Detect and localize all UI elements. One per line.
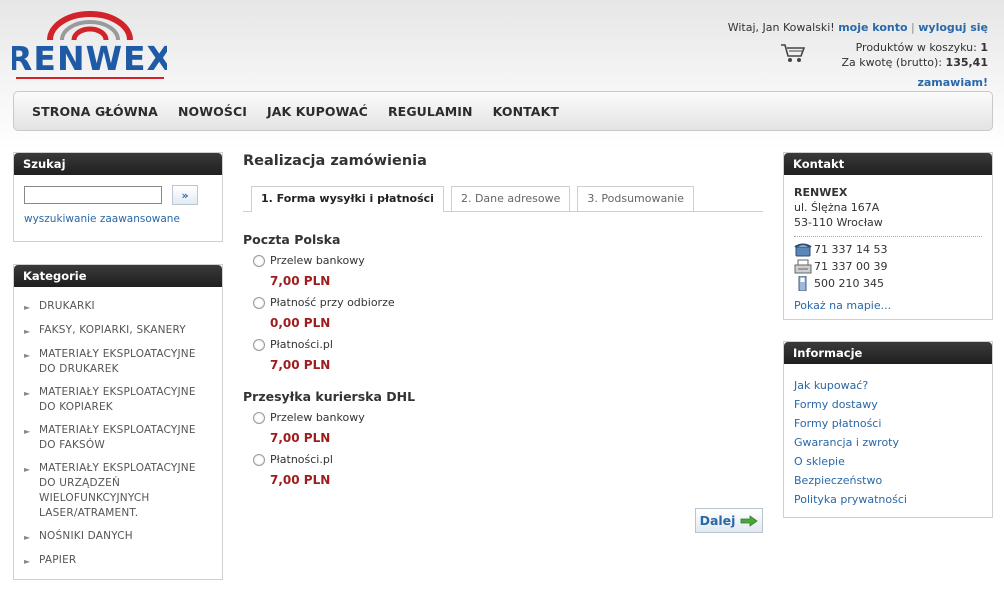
company-name: RENWEX [794, 186, 848, 199]
payment-option: Płatność przy odbiorze 0,00 PLN [253, 294, 763, 336]
separator: | [911, 21, 915, 34]
category-item[interactable]: ► NOŚNIKI DANYCH [24, 529, 212, 545]
payment-option-price: 7,00 PLN [270, 473, 331, 487]
svg-text:RENWEX: RENWEX [12, 39, 167, 78]
category-item[interactable]: ► MATERIAŁY EKSPLOATACYJNE DO KOPIAREK [24, 385, 212, 415]
category-item[interactable]: ► FAKSY, KOPIARKI, SKANERY [24, 323, 212, 339]
shipping-group-dhl: Przesyłka kurierska DHL Przelew bankowy … [243, 389, 763, 493]
user-bar: Witaj, Jan Kowalski! moje konto | wylogu… [728, 21, 988, 34]
nav-item-contact[interactable]: KONTAKT [493, 104, 559, 119]
info-link-delivery[interactable]: Formy dostawy [794, 398, 878, 411]
arrow-right-icon: ► [24, 533, 31, 542]
category-item[interactable]: ► MATERIAŁY EKSPLOATACYJNE DO DRUKAREK [24, 347, 212, 377]
payment-option: Przelew bankowy 7,00 PLN [253, 252, 763, 294]
shipping-group-poczta: Poczta Polska Przelew bankowy 7,00 PLN P… [243, 232, 763, 378]
arrow-right-icon [741, 514, 759, 527]
next-button-label: Dalej [699, 513, 736, 528]
phone-number: 71 337 14 53 [814, 243, 888, 256]
info-link-how-to-buy[interactable]: Jak kupować? [794, 379, 868, 392]
payment-option-price: 7,00 PLN [270, 431, 331, 445]
contact-box-title: Kontakt [784, 153, 992, 175]
cart-total-label: Za kwotę (brutto): [841, 56, 943, 69]
tab-address[interactable]: 2. Dane adresowe [450, 186, 571, 211]
my-account-link[interactable]: moje konto [838, 21, 907, 34]
greeting-text: Witaj, Jan Kowalski! [727, 21, 835, 34]
arrow-right-icon: ► [24, 427, 31, 436]
company-city: 53-110 Wrocław [794, 216, 883, 229]
page-title: Realizacja zamówienia [243, 153, 427, 169]
payment-option: Płatności.pl 7,00 PLN [253, 336, 763, 378]
cart-summary: Produktów w koszyku: 1 Za kwotę (brutto)… [841, 40, 988, 70]
info-link-about[interactable]: O sklepie [794, 455, 845, 468]
renwex-logo[interactable]: RENWEX [12, 10, 167, 82]
payment-option-price: 7,00 PLN [270, 358, 331, 372]
search-box: Szukaj » wyszukiwanie zaawansowane [13, 152, 223, 242]
shipping-group-title: Poczta Polska [243, 232, 341, 247]
tab-shipping-payment[interactable]: 1. Forma wysyłki i płatności [251, 186, 444, 212]
payment-radio[interactable] [253, 411, 265, 424]
next-button[interactable]: Dalej [695, 508, 763, 533]
payment-option-label[interactable]: Płatność przy odbiorze [270, 296, 395, 309]
tab-summary[interactable]: 3. Podsumowanie [577, 186, 695, 211]
info-link-privacy[interactable]: Polityka prywatności [794, 493, 907, 506]
shipping-group-title: Przesyłka kurierska DHL [243, 389, 416, 404]
main-content: Realizacja zamówienia 1. Forma wysyłki i… [243, 150, 763, 493]
fax-number: 71 337 00 39 [814, 260, 888, 273]
nav-item-terms[interactable]: REGULAMIN [388, 104, 473, 119]
info-link-payment[interactable]: Formy płatności [794, 417, 881, 430]
show-map-link[interactable]: Pokaż na mapie... [794, 298, 982, 313]
search-button[interactable]: » [172, 185, 198, 205]
arrow-right-icon: ► [24, 465, 31, 474]
shopping-cart-icon[interactable] [780, 42, 806, 64]
mobile-number: 500 210 345 [814, 277, 884, 290]
payment-radio[interactable] [253, 338, 265, 351]
contact-box: Kontakt RENWEX ul. Ślężna 167A 53-110 Wr… [783, 152, 993, 320]
categories-box: Kategorie ► DRUKARKI ► FAKSY, KOPIARKI, SK… [13, 264, 223, 580]
arrow-right-icon: ► [24, 303, 31, 312]
payment-radio[interactable] [253, 296, 265, 309]
payment-option-label[interactable]: Płatności.pl [270, 338, 333, 351]
checkout-tabs: 1. Forma wysyłki i płatności 2. Dane adr… [243, 186, 763, 212]
categories-box-title: Kategorie [14, 265, 222, 287]
logout-link[interactable]: wyloguj się [918, 21, 988, 34]
category-item[interactable]: ► MATERIAŁY EKSPLOATACYJNE DO URZĄDZEŃ WI… [24, 461, 212, 521]
info-box-title: Informacje [784, 342, 992, 364]
info-box: Informacje Jak kupować? Formy dostawy Fo… [783, 341, 993, 518]
payment-option: Płatności.pl 7,00 PLN [253, 451, 763, 493]
phone-icon [794, 243, 812, 257]
category-item[interactable]: ► DRUKARKI [24, 299, 212, 315]
payment-option: Przelew bankowy 7,00 PLN [253, 409, 763, 451]
search-box-title: Szukaj [14, 153, 222, 175]
info-link-warranty[interactable]: Gwarancja i zwroty [794, 436, 899, 449]
payment-option-label[interactable]: Przelew bankowy [270, 254, 365, 267]
arrow-right-icon: ► [24, 557, 31, 566]
company-street: ul. Ślężna 167A [794, 201, 880, 214]
cart-total-value: 135,41 [945, 56, 988, 69]
payment-option-label[interactable]: Przelew bankowy [270, 411, 365, 424]
info-link-security[interactable]: Bezpieczeństwo [794, 474, 882, 487]
nav-item-how-to-buy[interactable]: JAK KUPOWAĆ [267, 104, 368, 119]
fax-icon [794, 259, 812, 274]
search-input[interactable] [24, 186, 162, 204]
category-item[interactable]: ► MATERIAŁY EKSPLOATACYJNE DO FAKSÓW [24, 423, 212, 453]
arrow-right-icon: ► [24, 389, 31, 398]
mobile-phone-icon [798, 276, 807, 291]
arrow-right-icon: ► [24, 351, 31, 360]
nav-item-news[interactable]: NOWOŚCI [178, 104, 247, 119]
payment-option-price: 0,00 PLN [270, 316, 331, 330]
nav-item-home[interactable]: STRONA GŁÓWNA [32, 104, 158, 119]
arrow-right-icon: ► [24, 327, 31, 336]
payment-option-price: 7,00 PLN [270, 274, 331, 288]
advanced-search-link[interactable]: wyszukiwanie zaawansowane [24, 213, 212, 225]
payment-radio[interactable] [253, 453, 265, 466]
cart-items-label: Produktów w koszyku: [855, 41, 977, 54]
order-link[interactable]: zamawiam! [917, 76, 988, 89]
payment-option-label[interactable]: Płatności.pl [270, 453, 333, 466]
category-item[interactable]: ► PAPIER [24, 553, 212, 569]
cart-items-count: 1 [980, 41, 988, 54]
main-nav: STRONA GŁÓWNA NOWOŚCI JAK KUPOWAĆ REGULA… [13, 91, 993, 131]
payment-radio[interactable] [253, 254, 265, 267]
